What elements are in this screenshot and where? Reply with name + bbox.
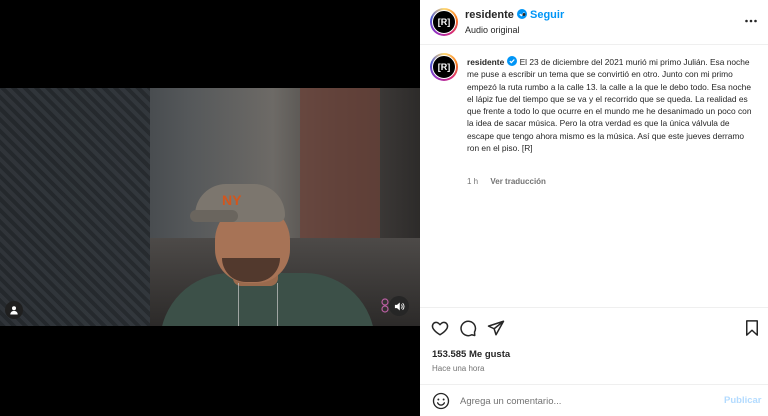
like-count[interactable]: 153.585 Me gusta bbox=[432, 349, 510, 360]
caption-age: 1 h bbox=[467, 177, 479, 186]
avatar-logo: [R] bbox=[432, 10, 456, 34]
caption-body: El 23 de diciembre del 2021 murió mi pri… bbox=[467, 57, 752, 154]
comment-input[interactable] bbox=[460, 394, 710, 409]
video-person-chain bbox=[238, 283, 278, 326]
cap-logo: NY bbox=[222, 192, 242, 208]
caption-area: [R] residente El 23 de diciembre del 202… bbox=[420, 45, 768, 305]
bookmark-icon[interactable] bbox=[743, 319, 761, 337]
translate-link[interactable]: Ver traducción bbox=[490, 177, 546, 186]
video-person-cap-brim bbox=[190, 210, 238, 222]
video-player[interactable]: NY bbox=[0, 88, 420, 326]
post-modal: NY [R] residente • Seguir Audio original bbox=[0, 0, 768, 416]
heart-icon[interactable] bbox=[431, 319, 449, 337]
more-options-icon[interactable] bbox=[744, 15, 758, 27]
comment-icon[interactable] bbox=[459, 319, 477, 337]
caption-username-text[interactable]: residente bbox=[467, 57, 504, 67]
video-scene-wall bbox=[0, 88, 150, 326]
caption-text: residente El 23 de diciembre del 2021 mu… bbox=[467, 56, 757, 154]
comment-bar: Publicar bbox=[420, 384, 768, 416]
separator-dot: • bbox=[522, 9, 526, 21]
header-username-text[interactable]: residente bbox=[465, 9, 514, 21]
audio-label[interactable]: Audio original bbox=[465, 25, 520, 35]
share-icon[interactable] bbox=[487, 319, 505, 337]
verified-badge-icon bbox=[507, 56, 518, 66]
caption-avatar-logo: [R] bbox=[432, 55, 456, 79]
caption-username[interactable]: residente bbox=[467, 56, 518, 67]
media-panel: NY bbox=[0, 0, 420, 416]
avatar[interactable]: [R] bbox=[430, 8, 458, 36]
publish-button[interactable]: Publicar bbox=[724, 395, 762, 406]
divider bbox=[420, 307, 768, 308]
caption-meta: 1 h Ver traducción bbox=[467, 177, 546, 186]
emoji-icon[interactable] bbox=[432, 392, 450, 410]
video-scene-door bbox=[300, 88, 380, 238]
volume-icon[interactable] bbox=[389, 296, 409, 316]
caption-avatar[interactable]: [R] bbox=[430, 53, 458, 81]
post-timestamp[interactable]: Hace una hora bbox=[432, 364, 484, 373]
header-username[interactable]: residente bbox=[465, 9, 527, 21]
follow-button[interactable]: Seguir bbox=[530, 9, 564, 21]
post-header: [R] residente • Seguir Audio original bbox=[420, 0, 768, 45]
user-tag-icon[interactable] bbox=[5, 301, 23, 319]
post-info-panel: [R] residente • Seguir Audio original [R… bbox=[420, 0, 768, 416]
